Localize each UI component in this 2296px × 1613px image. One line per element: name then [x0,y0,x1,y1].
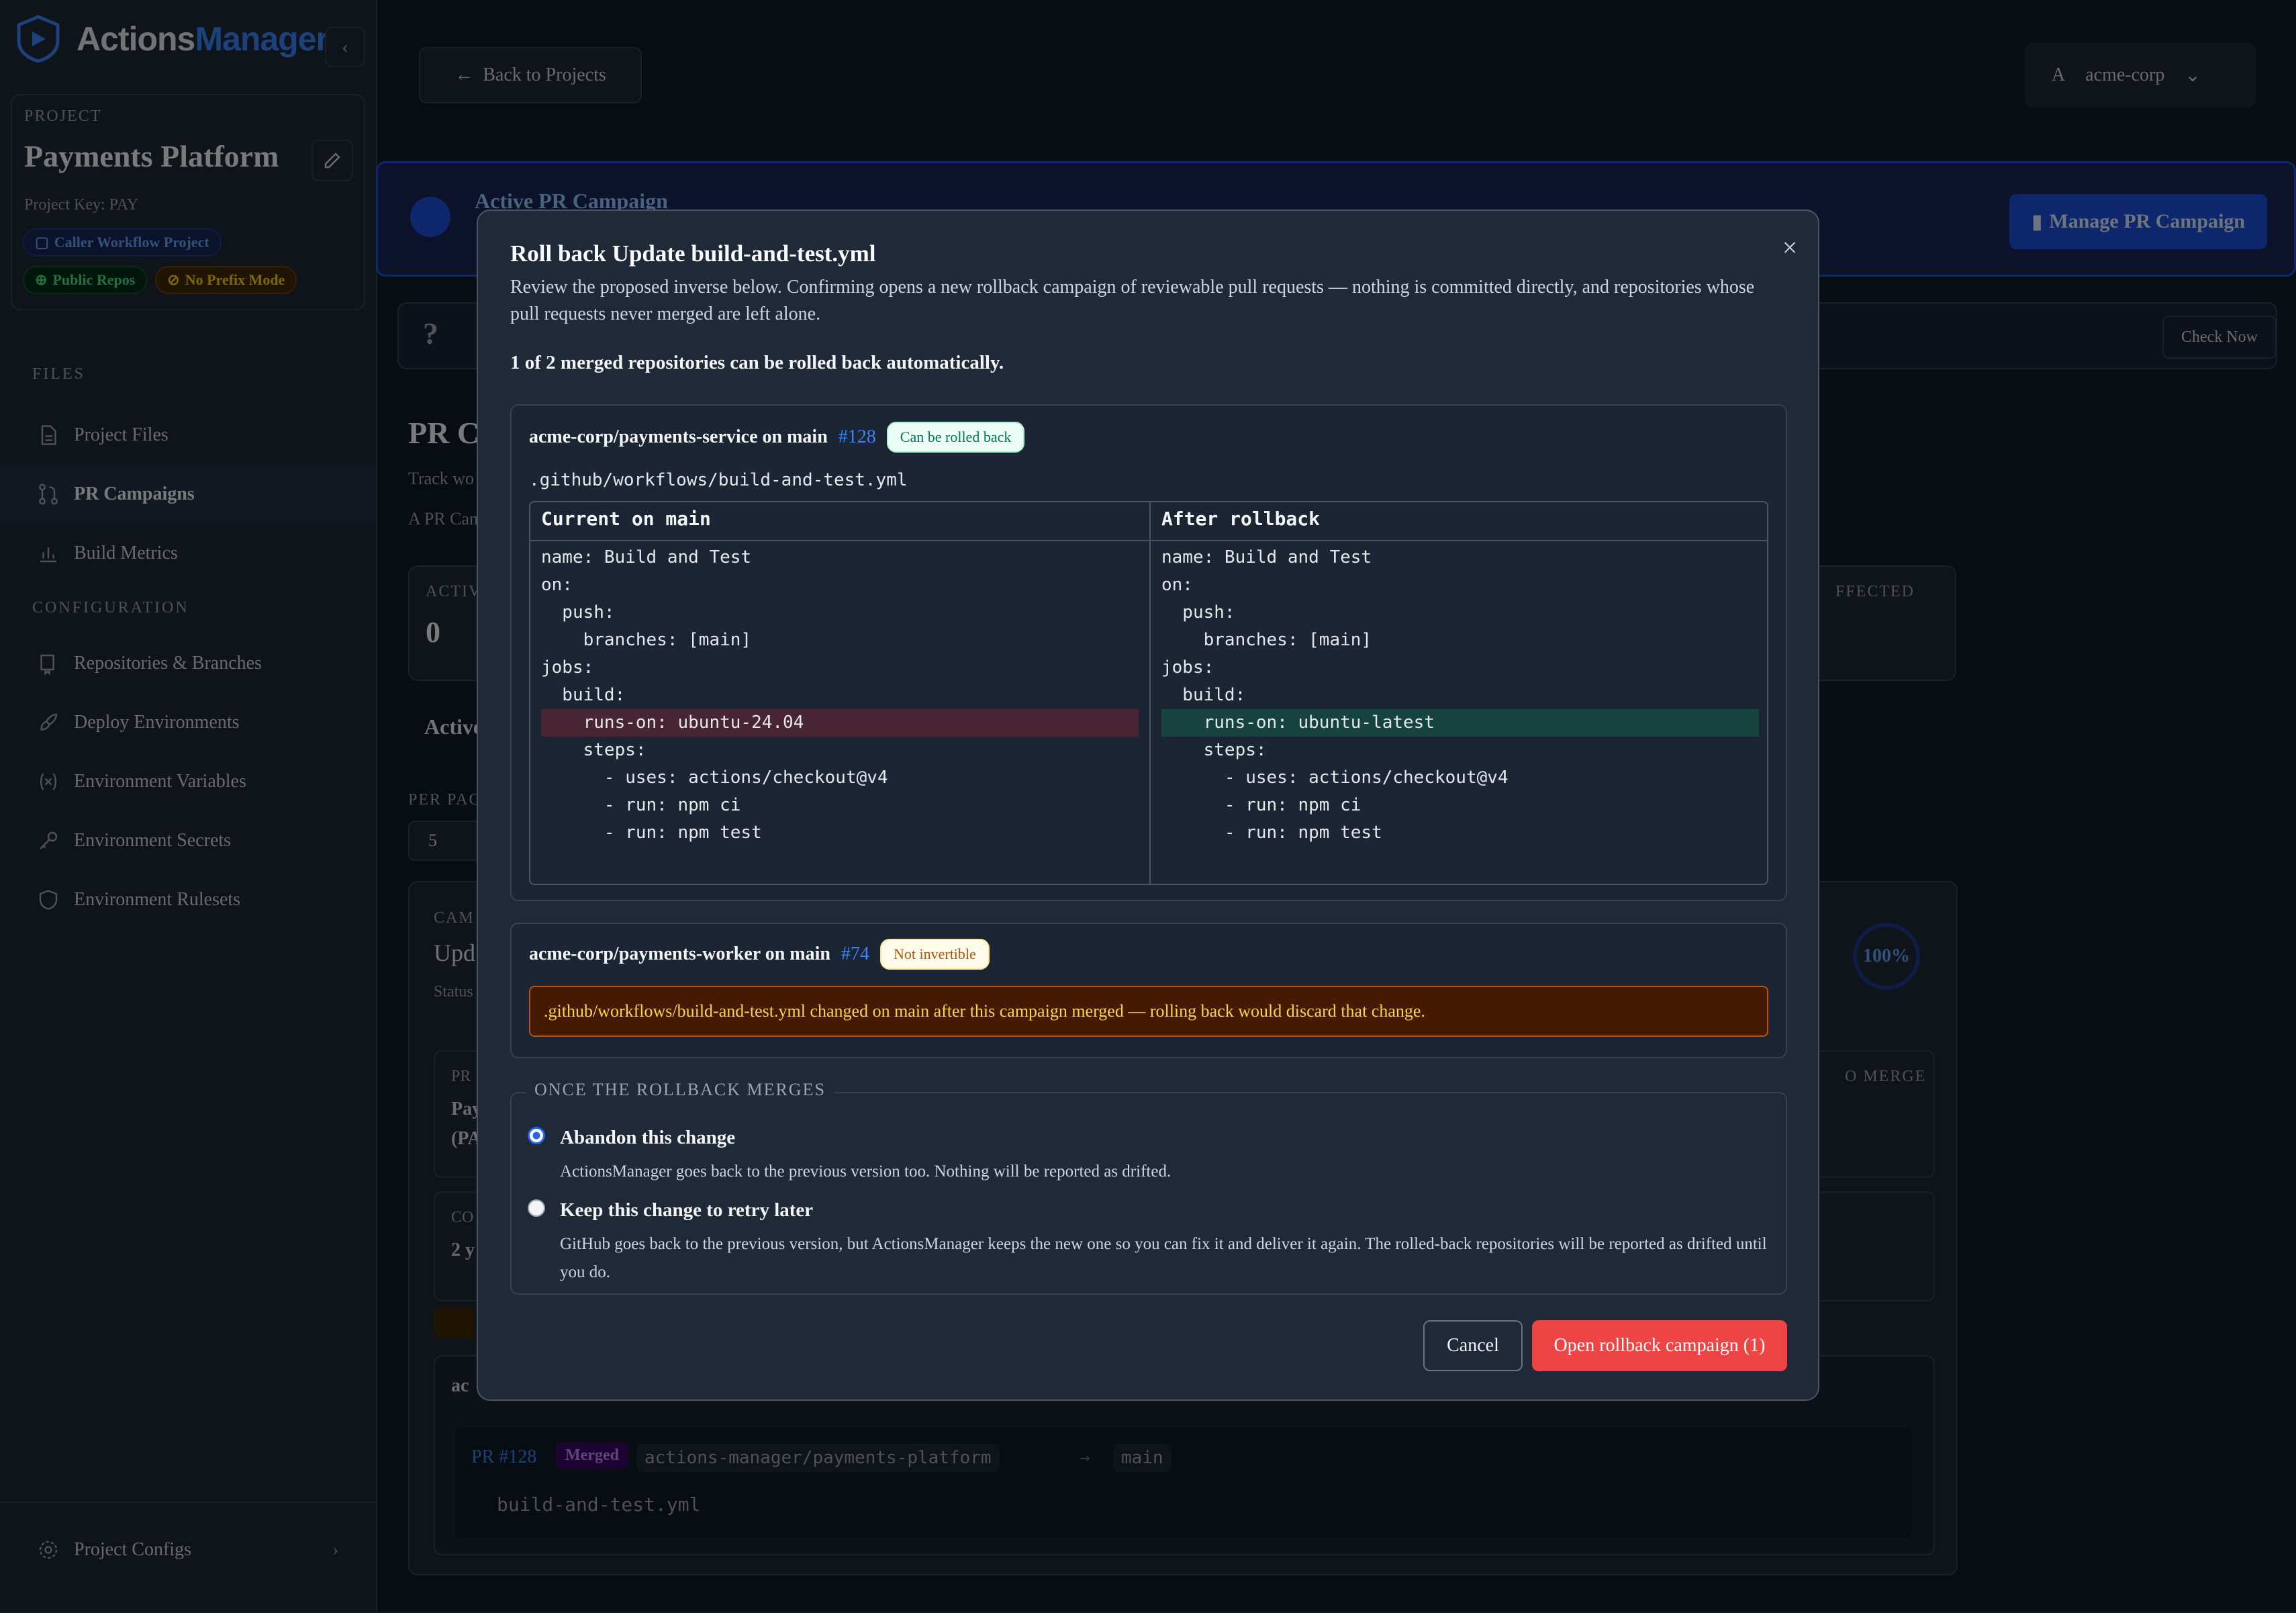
rollback-dialog: × Roll back Update build-and-test.yml Re… [477,210,1819,1401]
repo-name: acme-corp/payments-service on main [529,426,828,447]
code-line: runs-on: ubuntu-latest [1161,709,1759,737]
dialog-title: Roll back Update build-and-test.yml [510,240,876,267]
code-line: branches: [main] [1161,630,1372,650]
diff-current-header: Current on main [530,502,1149,541]
code-after: name: Build and Test on: push: branches: … [1161,544,1759,847]
repo-name: acme-corp/payments-worker on main [529,943,830,964]
option-description: GitHub goes back to the previous version… [560,1235,1767,1281]
option-description: ActionsManager goes back to the previous… [560,1162,1171,1181]
diff-view: Current on main name: Build and Test on: … [529,501,1768,885]
diff-after-header: After rollback [1151,502,1767,541]
repo-card-payments-service: acme-corp/payments-service on main #128 … [510,404,1787,901]
options-legend: ONCE THE ROLLBACK MERGES [526,1080,834,1100]
open-rollback-campaign-button[interactable]: Open rollback campaign (1) [1532,1320,1787,1371]
status-badge: Not invertible [879,939,990,970]
repo-header: acme-corp/payments-service on main #128 … [529,422,1025,453]
close-icon[interactable]: × [1774,231,1806,263]
diff-current: Current on main name: Build and Test on: … [530,502,1149,884]
option-title[interactable]: Abandon this change [560,1127,735,1149]
keep-change-radio[interactable] [528,1199,545,1217]
code-line: steps: [1161,740,1267,760]
merge-behavior-options: ONCE THE ROLLBACK MERGES Abandon this ch… [510,1080,1787,1295]
code-line: on: [1161,575,1193,595]
status-badge: Can be rolled back [886,422,1025,453]
code-line: - run: npm ci [541,795,741,815]
pr-link[interactable]: #128 [839,426,876,448]
code-line: - run: npm test [541,823,762,843]
code-line: on: [541,575,573,595]
rollback-summary: 1 of 2 merged repositories can be rolled… [510,352,1004,373]
pr-link[interactable]: #74 [841,943,869,965]
code-line: - uses: actions/checkout@v4 [1161,768,1509,788]
dialog-description: Review the proposed inverse below. Confi… [510,277,1755,324]
code-line: push: [541,602,615,623]
code-line: - run: npm test [1161,823,1382,843]
abandon-change-radio[interactable] [528,1127,545,1144]
file-path: .github/workflows/build-and-test.yml [529,470,908,490]
cancel-button[interactable]: Cancel [1423,1320,1523,1371]
repo-card-payments-worker: acme-corp/payments-worker on main #74 No… [510,923,1787,1058]
repo-header: acme-corp/payments-worker on main #74 No… [529,939,990,970]
code-current: name: Build and Test on: push: branches: … [541,544,1139,847]
code-line: jobs: [1161,657,1214,678]
code-line: name: Build and Test [1161,547,1372,567]
code-line: - run: npm ci [1161,795,1361,815]
code-line: jobs: [541,657,594,678]
code-line: runs-on: ubuntu-24.04 [541,709,1139,737]
code-line: build: [541,685,626,705]
option-title[interactable]: Keep this change to retry later [560,1199,813,1222]
code-line: branches: [main] [541,630,752,650]
code-line: name: Build and Test [541,547,752,567]
code-line: steps: [541,740,647,760]
diff-after: After rollback name: Build and Test on: p… [1149,502,1767,884]
code-line: build: [1161,685,1246,705]
code-line: push: [1161,602,1235,623]
not-invertible-warning: .github/workflows/build-and-test.yml cha… [529,986,1768,1037]
code-line: - uses: actions/checkout@v4 [541,768,888,788]
